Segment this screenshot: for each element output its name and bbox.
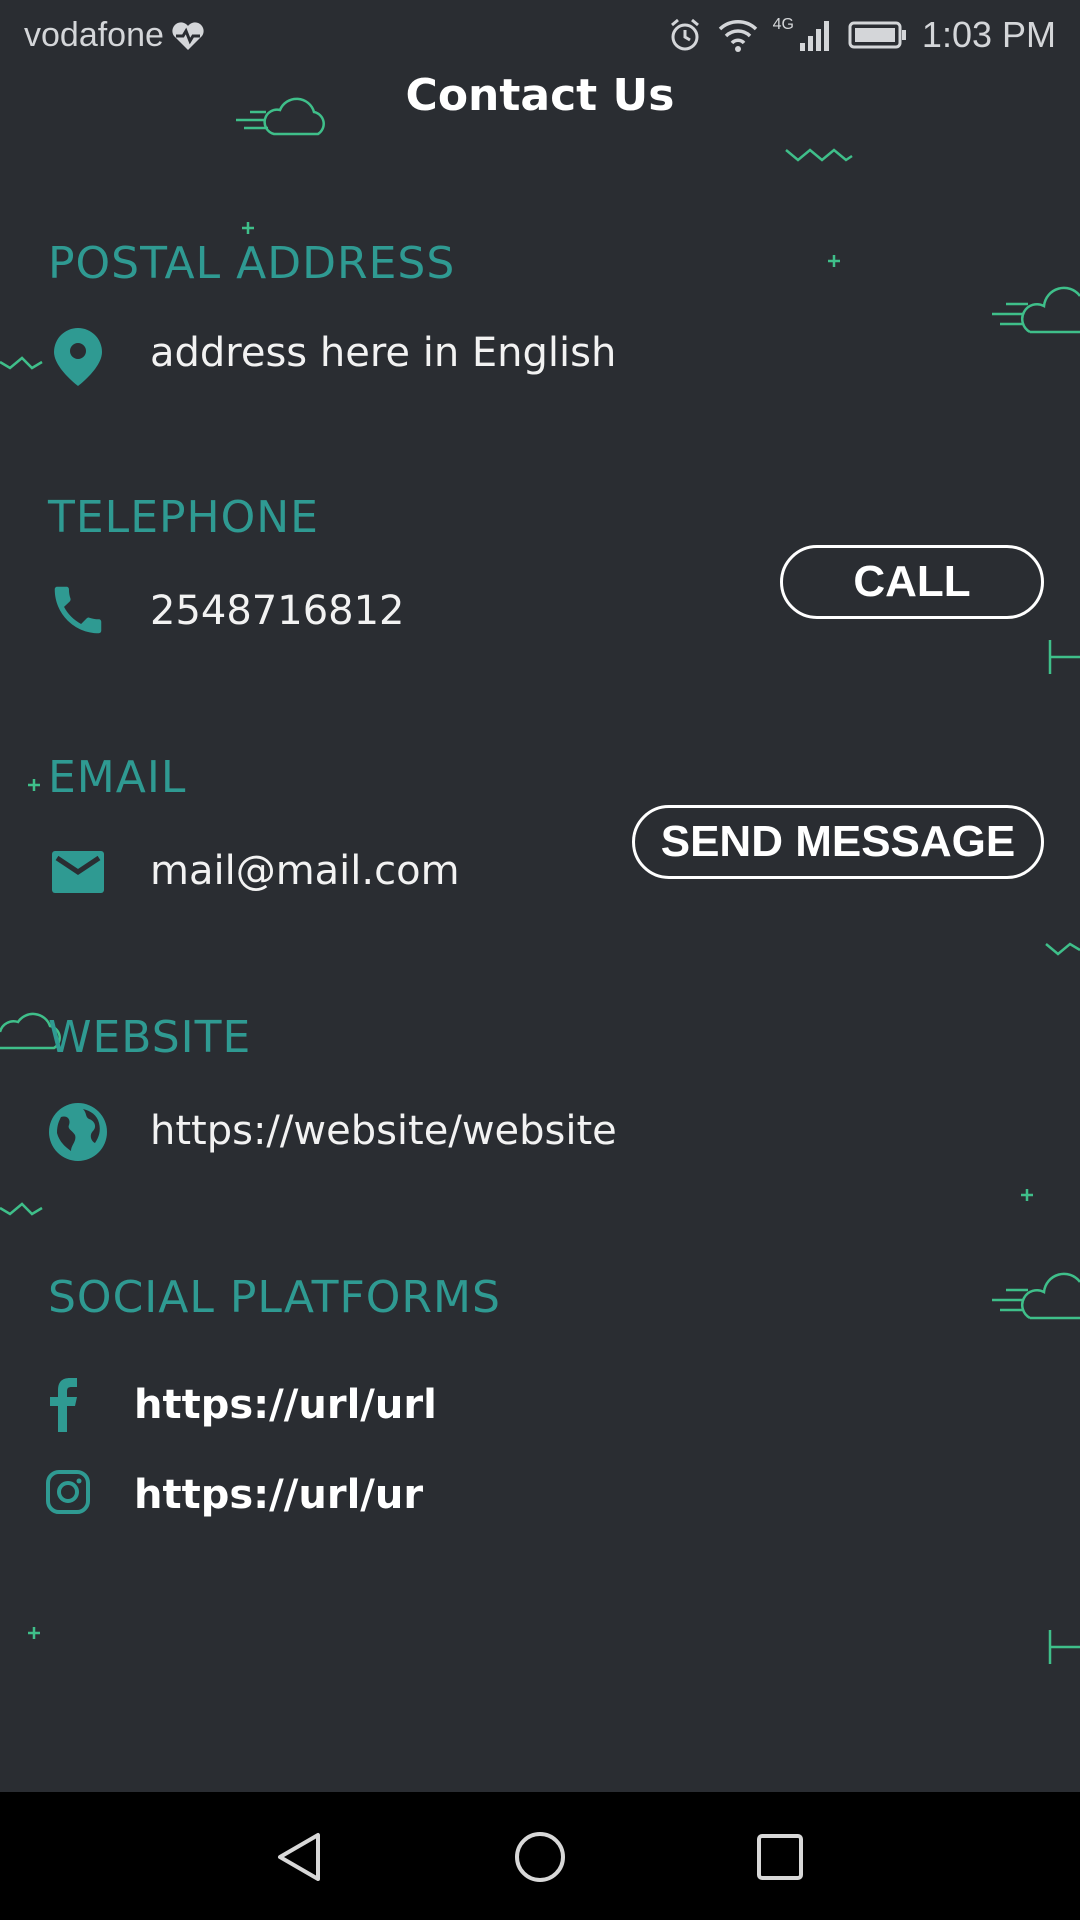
plus-decoration xyxy=(28,1627,40,1639)
postal-address-heading: POSTAL ADDRESS xyxy=(48,238,456,289)
telephone-value[interactable]: 2548716812 xyxy=(150,588,405,634)
recents-button[interactable] xyxy=(745,1822,815,1892)
home-icon xyxy=(515,1832,565,1882)
bracket-decoration xyxy=(1048,1630,1080,1664)
email-value[interactable]: mail@mail.com xyxy=(150,848,460,894)
cloud-icon xyxy=(992,1272,1080,1320)
send-message-button[interactable]: SEND MESSAGE xyxy=(632,805,1044,879)
zigzag-decoration xyxy=(785,148,853,162)
social-platforms-heading: SOCIAL PLATFORMS xyxy=(48,1272,501,1323)
globe-icon xyxy=(46,1100,110,1164)
telephone-heading: TELEPHONE xyxy=(48,492,319,543)
website-heading: WEBSITE xyxy=(48,1012,252,1063)
zigzag-decoration xyxy=(0,1202,43,1216)
facebook-url[interactable]: https://url/url xyxy=(134,1382,437,1428)
back-icon xyxy=(278,1833,320,1881)
plus-decoration xyxy=(242,222,254,234)
plus-decoration xyxy=(1021,1189,1033,1201)
plus-decoration xyxy=(28,779,40,791)
instagram-icon[interactable] xyxy=(46,1470,90,1514)
website-value[interactable]: https://website/website xyxy=(150,1108,617,1154)
facebook-icon[interactable] xyxy=(44,1376,84,1432)
call-button[interactable]: CALL xyxy=(780,545,1044,619)
cloud-icon xyxy=(236,97,325,136)
phone-icon xyxy=(46,578,110,642)
recents-icon xyxy=(757,1834,803,1880)
home-button[interactable] xyxy=(505,1822,575,1892)
bracket-decoration xyxy=(1048,640,1080,674)
zigzag-decoration xyxy=(0,356,43,370)
back-button[interactable] xyxy=(265,1822,335,1892)
instagram-url[interactable]: https://url/ur xyxy=(134,1472,423,1518)
mail-icon xyxy=(46,840,110,904)
system-nav-bar xyxy=(0,1792,1080,1920)
email-heading: EMAIL xyxy=(48,752,187,803)
plus-decoration xyxy=(828,255,840,267)
cloud-icon xyxy=(992,286,1080,334)
location-pin-icon xyxy=(46,325,110,389)
zigzag-decoration xyxy=(1045,942,1080,956)
postal-address-value[interactable]: address here in English xyxy=(150,330,616,376)
